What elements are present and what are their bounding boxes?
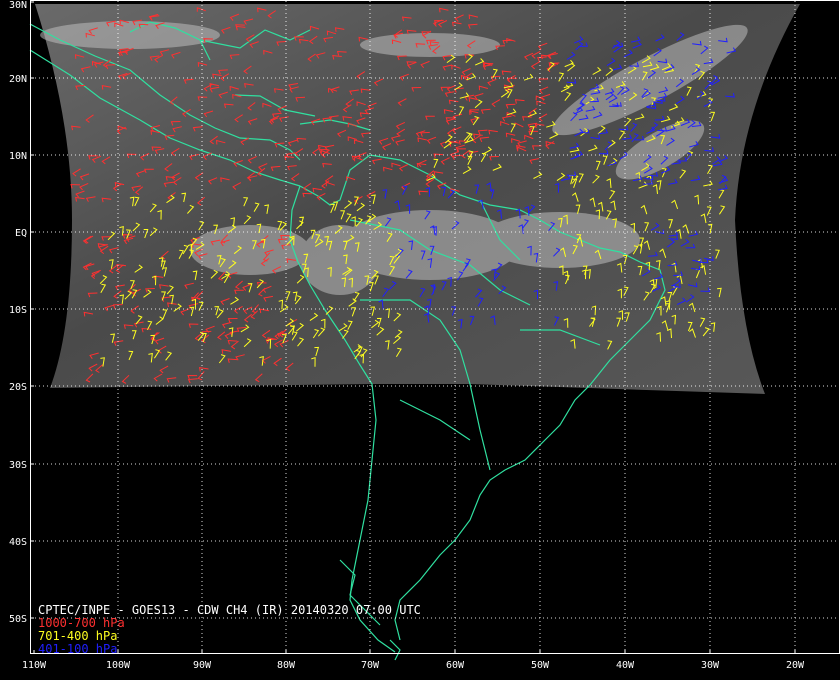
lon-label: 40W: [616, 660, 635, 671]
lat-label: 50S: [9, 614, 27, 625]
lon-label: 80W: [277, 660, 296, 671]
lat-label: 30N: [9, 0, 27, 11]
lon-label: 60W: [446, 660, 465, 671]
caption: CPTEC/INPE - GOES13 - CDW CH4 (IR) 20140…: [38, 604, 421, 656]
lon-label: 20W: [786, 660, 805, 671]
map-canvas: 30N 20N 10N EQ 10S 20S 30S 40S 50S 110W 100W 90W 80…: [9, 0, 840, 671]
legend-entry-high: 401-100 hPa: [38, 642, 118, 656]
lat-label: EQ: [15, 228, 27, 239]
lat-label: 10N: [9, 151, 27, 162]
lon-label: 90W: [193, 660, 212, 671]
lon-label: 110W: [22, 660, 47, 671]
map-figure: 30N 20N 10N EQ 10S 20S 30S 40S 50S 110W 100W 90W 80…: [0, 0, 840, 680]
lat-label: 30S: [9, 460, 27, 471]
lon-label: 30W: [701, 660, 720, 671]
lat-label: 20S: [9, 382, 27, 393]
lon-label: 70W: [361, 660, 380, 671]
lon-label: 50W: [531, 660, 550, 671]
lat-label: 10S: [9, 305, 27, 316]
lon-label: 100W: [106, 660, 131, 671]
lat-label: 20N: [9, 74, 27, 85]
lat-label: 40S: [9, 537, 27, 548]
